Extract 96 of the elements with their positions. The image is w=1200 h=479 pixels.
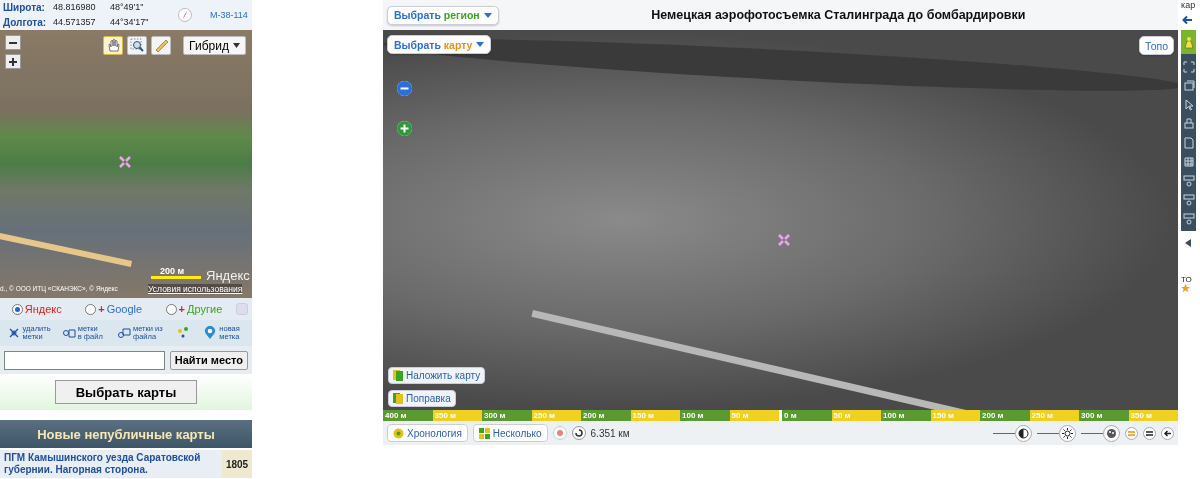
caret-icon — [483, 12, 492, 18]
ruler-icon — [153, 38, 169, 53]
scale-label: 100 м — [881, 410, 931, 421]
palette-icon[interactable] — [1103, 424, 1121, 442]
radio-button[interactable] — [165, 303, 177, 315]
provider-label: Google — [106, 303, 143, 315]
place-search-field[interactable] — [4, 350, 165, 370]
map-pin-icon — [203, 326, 218, 340]
scale-label: 150 м — [630, 410, 680, 421]
provider-label: Яндекс — [24, 303, 62, 315]
scale-label: 350 м — [1128, 410, 1178, 421]
image-icon[interactable] — [1182, 80, 1195, 92]
pan-tool-button[interactable] — [103, 36, 123, 55]
minus-icon — [397, 81, 412, 96]
zoom-in-button[interactable] — [5, 54, 21, 69]
contrast-icon[interactable] — [1015, 424, 1033, 442]
choose-maps-button[interactable]: Выбрать карты — [55, 380, 197, 404]
cross-marker-icon — [119, 156, 131, 168]
scale-bar — [151, 276, 201, 279]
distance-value: 6.351 км — [590, 427, 630, 439]
plus-icon — [397, 121, 412, 136]
map-logo: Яндекс — [206, 268, 250, 283]
scale-label: 300 м — [482, 410, 532, 421]
panel-label: ТО — [1181, 275, 1193, 284]
caret-icon — [476, 42, 485, 47]
longitude-value: 44.571357 — [53, 16, 97, 29]
ruler-tool-button[interactable] — [151, 36, 171, 55]
longitude-label: Долгота: — [3, 16, 48, 29]
back-arrow-icon[interactable] — [1161, 426, 1175, 440]
scale-label: 250 м — [1029, 410, 1079, 421]
map-year: 1805 — [222, 450, 252, 478]
zoom-out-button[interactable] — [397, 81, 412, 96]
plus-icon — [8, 56, 18, 67]
zoom-in-button[interactable] — [397, 121, 412, 136]
map-sheet-link[interactable]: M-38-114 — [210, 8, 252, 22]
brightness-icon[interactable] — [1059, 424, 1077, 442]
fullscreen-icon[interactable] — [1182, 61, 1195, 73]
provider-option[interactable]: Яндекс — [11, 303, 62, 315]
gear-icon — [393, 427, 404, 439]
map-title: Немецкая аэрофотосъемка Сталинграда до бомбардировки — [650, 8, 1027, 22]
plus-sign: + — [98, 303, 105, 315]
topo-button[interactable]: Топо — [1139, 36, 1175, 55]
grid-icon — [478, 427, 490, 439]
cross-marker-icon — [778, 234, 790, 246]
grid-icon[interactable] — [1182, 156, 1195, 168]
correction-button[interactable]: Поправка — [388, 390, 456, 407]
map-type-dropdown[interactable]: Гибрид — [183, 36, 246, 55]
magnifier-icon — [129, 38, 145, 53]
scale-label: 50 м — [729, 410, 779, 421]
refresh-icon[interactable] — [571, 426, 586, 440]
star-icon — [1181, 284, 1191, 293]
scale-label: 100 м — [680, 410, 730, 421]
collapse-arrow-icon[interactable] — [1185, 239, 1192, 247]
radio-button[interactable] — [11, 303, 23, 315]
scale-label: 200 м — [581, 410, 631, 421]
plus-sign: + — [178, 303, 186, 315]
provider-label: Другие — [187, 303, 223, 315]
mark-tool[interactable] — [176, 326, 191, 340]
scale-label: 400 м — [383, 410, 433, 421]
chronology-button[interactable]: Хронология — [387, 424, 468, 442]
scale-label: 350 м — [432, 410, 482, 421]
panel-title: кар — [1181, 0, 1197, 12]
dots-icon — [176, 326, 191, 340]
scale-label: 300 м — [1079, 410, 1129, 421]
zoom-out-button[interactable] — [5, 35, 21, 50]
document-icon[interactable] — [1182, 137, 1195, 149]
several-button[interactable]: Несколько — [472, 424, 548, 442]
provider-option[interactable]: + Другие — [165, 303, 223, 315]
equals-icon[interactable] — [1143, 426, 1157, 440]
overlay-map-button[interactable]: Наложить карту — [388, 367, 486, 384]
caret-icon — [232, 43, 240, 48]
file-icon — [116, 326, 131, 340]
scale-label: 250 м — [531, 410, 581, 421]
cursor-icon[interactable] — [1182, 99, 1195, 111]
radio-button[interactable] — [85, 303, 97, 315]
hand-icon — [105, 38, 121, 53]
scale-label: 50 м — [831, 410, 881, 421]
latitude-dms: 48°49'1" — [110, 1, 145, 14]
latitude-label: Широта: — [3, 1, 46, 14]
longitude-dms: 44°34'17" — [110, 16, 150, 29]
printer-icon[interactable] — [1182, 118, 1195, 130]
back-arrow-icon[interactable] — [1181, 14, 1194, 26]
section-header: Новые непубличные карты — [0, 420, 252, 448]
file-icon — [61, 326, 76, 340]
map-dropdown[interactable]: Выбрать карту — [387, 35, 492, 54]
terms-link[interactable]: Условия использования — [148, 284, 243, 294]
scale-label: 0 м — [782, 410, 832, 421]
scale-label: 200 м — [160, 266, 185, 276]
zoom-tool-button[interactable] — [127, 36, 147, 55]
latitude-value: 48.816980 — [53, 1, 97, 14]
scale-label: 150 м — [930, 410, 980, 421]
find-place-button[interactable]: Найти место — [169, 350, 248, 370]
map-title-link[interactable]: ПГМ Камышинского уезда Саратовской губернии. Нагорная сторона. — [0, 450, 222, 478]
region-dropdown[interactable]: Выбрать регион — [387, 5, 499, 25]
provider-option[interactable]: + Google — [85, 303, 143, 315]
scale-label: 200 м — [980, 410, 1030, 421]
